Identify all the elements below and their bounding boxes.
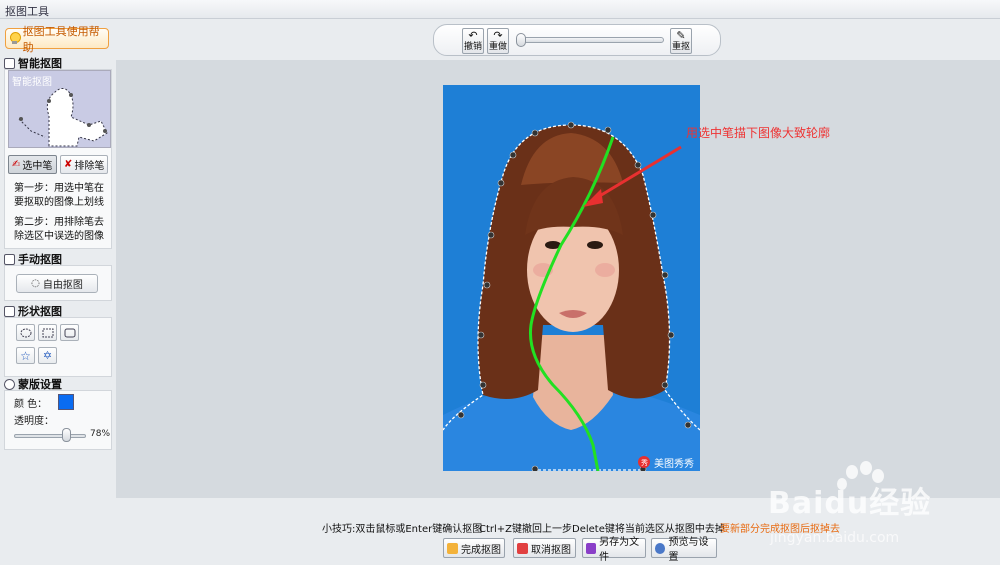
select-pen-button[interactable]: ✍ 选中笔: [8, 155, 57, 174]
brush-icon: ✎: [676, 29, 686, 42]
rounded-rectangle-icon: [64, 328, 75, 337]
star-shape-button[interactable]: ☆: [16, 347, 35, 364]
tip-undo: Ctrl+Z键撤回上一步: [479, 524, 573, 535]
zoom-slider-track[interactable]: [516, 37, 664, 43]
gear-icon: [655, 542, 666, 554]
save-label: 另存为文件: [599, 537, 640, 563]
opacity-slider-knob[interactable]: [62, 428, 71, 442]
smart-preview-image: 智能抠图: [8, 70, 111, 148]
smart-section-title: 智能抠图: [4, 56, 62, 70]
rect-shape-button[interactable]: [38, 324, 57, 341]
reset-button[interactable]: ✎ 重抠: [670, 28, 692, 54]
free-cutout-button[interactable]: ◌ 自由抠图: [16, 274, 98, 293]
free-cutout-label: 自由抠图: [42, 280, 83, 291]
undo-label: 撤销: [463, 42, 482, 52]
reset-label: 重抠: [671, 42, 690, 52]
opacity-value: 78%: [90, 429, 111, 439]
ellipse-icon: [20, 328, 31, 337]
top-toolbar: ↶ 撤销 ↷ 重做 ✎ 重抠: [433, 24, 721, 56]
magic-select-icon: [4, 57, 15, 69]
star-icon: ☆: [20, 348, 31, 363]
svg-text:秀: 秀: [641, 458, 648, 467]
ellipse-shape-button[interactable]: [16, 324, 35, 341]
rectangle-icon: [42, 328, 53, 337]
preview-settings-button[interactable]: 预览与设置: [651, 537, 717, 563]
finish-icon: [447, 542, 458, 554]
erase-pen-label: 排除笔: [74, 161, 105, 172]
redo-button[interactable]: ↷ 重做: [487, 28, 509, 54]
finish-cutout-button[interactable]: 完成抠图: [443, 538, 505, 558]
help-button-label: 抠图工具使用帮助: [22, 24, 100, 54]
lasso-small-icon: ◌: [31, 278, 40, 289]
mask-section-title: 蒙版设置: [4, 377, 62, 391]
photo-image[interactable]: 秀 美图秀秀: [443, 85, 700, 471]
select-pen-label: 选中笔: [22, 161, 53, 172]
opacity-label: 透明度：: [14, 416, 54, 427]
undo-button[interactable]: ↶ 撤销: [462, 28, 484, 54]
mask-color-label: 颜 色：: [14, 399, 48, 410]
cancel-label: 取消抠图: [531, 544, 571, 556]
burst-icon: ✡: [42, 349, 53, 362]
burst-shape-button[interactable]: ✡: [38, 347, 57, 364]
lasso-icon: [4, 253, 15, 265]
finish-label: 完成抠图: [461, 544, 501, 556]
save-as-button[interactable]: 另存为文件: [582, 537, 646, 563]
step-one-text: 第一步：用选中笔在要抠取的图像上划线: [14, 183, 104, 208]
photo-watermark-text: 美图秀秀: [654, 459, 694, 470]
erase-pen-button[interactable]: ✘ 排除笔: [60, 155, 108, 174]
annotation-text: 用选中笔描下图像大致轮廓: [686, 126, 831, 140]
undo-icon: ↶: [468, 29, 478, 42]
step-two-text: 第二步：用排除笔去除选区中误选的图像: [14, 217, 104, 242]
mask-icon: [4, 378, 15, 390]
redo-icon: ↷: [493, 29, 503, 42]
manual-section-title: 手动抠图: [4, 252, 62, 266]
baidu-url-text: jingyan.baidu.com: [770, 530, 900, 546]
mask-color-swatch[interactable]: [58, 394, 74, 410]
title-bar: 抠图工具: [0, 0, 1000, 19]
help-button[interactable]: 抠图工具使用帮助: [5, 25, 109, 54]
cancel-cutout-button[interactable]: 取消抠图: [513, 538, 576, 558]
cancel-icon: [517, 542, 528, 554]
shape-section-title: 形状抠图: [4, 304, 62, 318]
window-title: 抠图工具: [5, 5, 49, 18]
preview-label: 预览与设置: [668, 537, 709, 563]
select-pen-icon: ✍: [12, 159, 21, 170]
lightbulb-icon: [9, 32, 21, 45]
baidu-brand-text: Baidu经验: [768, 486, 932, 521]
save-icon: [586, 542, 597, 554]
tip-confirm: 小技巧:双击鼠标或Enter键确认抠图: [322, 524, 483, 535]
zoom-slider-knob[interactable]: [516, 33, 526, 47]
opacity-slider-track[interactable]: [14, 434, 86, 438]
sidebar: 智能抠图 智能抠图 ✍ 选中笔 ✘ 排除笔 第一步：用选中笔在要抠取的图像上划线…: [4, 54, 112, 452]
redo-label: 重做: [488, 42, 507, 52]
erase-pen-icon: ✘: [64, 159, 73, 170]
smart-preview-label: 智能抠图: [12, 77, 52, 88]
shape-icon: [4, 305, 15, 317]
rounded-rect-shape-button[interactable]: [60, 324, 79, 341]
